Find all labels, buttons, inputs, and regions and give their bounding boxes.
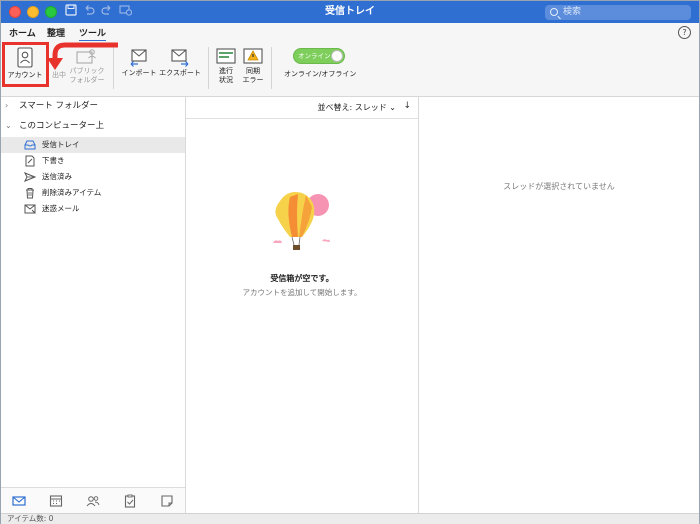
tab-home[interactable]: ホーム [9,26,36,39]
sidebar-item-label: 削除済みアイテム [42,188,102,197]
import-icon [130,49,147,67]
outlook-window: 受信トレイ 検索 ホーム 整理 ツール ? アカウント 出中 パブリック フォル… [0,0,700,524]
export-label: エクスポート [159,69,201,77]
online-offline-label: オンライン/オフライン [284,70,357,78]
public-folder-label-2: フォルダー [69,76,105,84]
sidebar-item-deleted[interactable]: 削除済みアイテム [1,185,185,201]
inbox-icon [24,140,36,150]
message-list: 並べ替え: スレッド ⌄ ↓ 受信箱が空です。 アカウントを追加して開始します。 [186,97,419,513]
item-count: アイテム数: 0 [7,514,54,523]
out-of-office-button[interactable]: 出中 [49,71,69,80]
sync-error-icon [243,48,263,64]
sidebar-item-drafts[interactable]: 下書き [1,153,185,169]
list-header: 並べ替え: スレッド ⌄ ↓ [186,97,418,119]
help-icon[interactable]: ? [678,26,691,39]
sync-error-button[interactable]: 同期 エラー [241,47,265,85]
sidebar-item-label: 受信トレイ [42,140,80,149]
draft-icon [25,155,35,167]
tab-organize[interactable]: 整理 [47,26,65,39]
annotation-highlight-box [2,42,49,87]
progress-button[interactable]: 進行 状況 [214,47,238,85]
ribbon-separator [208,47,209,89]
chevron-down-icon: ⌄ [5,121,12,130]
tasks-icon[interactable] [123,494,137,508]
status-bar: アイテム数: 0 [1,513,699,524]
sync-label-2: エラー [242,76,264,84]
import-label: インポート [121,69,157,77]
folder-sidebar: › スマート フォルダー ⌄ このコンピューター上 受信トレイ 下書き 送信済み… [1,97,186,513]
sidebar-item-inbox[interactable]: 受信トレイ [1,137,185,153]
notes-icon[interactable] [160,494,174,508]
no-thread-selected-text: スレッドが選択されていません [503,182,615,191]
this-computer-group[interactable]: ⌄ このコンピューター上 [1,117,185,135]
progress-icon [216,48,236,64]
mail-icon[interactable] [12,494,26,508]
junk-icon [24,204,36,214]
sort-dropdown[interactable]: 並べ替え: スレッド ⌄ [318,102,397,113]
module-switcher [1,487,185,513]
people-icon[interactable] [86,494,100,508]
sort-direction-icon[interactable]: ↓ [403,101,411,111]
hot-air-balloon-icon [273,192,330,250]
annotation-arrow-icon [47,42,118,70]
sidebar-item-label: 送信済み [42,172,72,181]
sent-icon [24,172,36,182]
out-of-office-label: 出中 [52,71,66,79]
progress-label-1: 進行 [219,67,233,75]
sync-label-1: 同期 [246,67,260,75]
sidebar-item-label: 迷惑メール [42,204,80,213]
sort-label: 並べ替え: スレッド [317,103,387,112]
calendar-icon[interactable] [49,494,63,508]
import-button[interactable]: インポート [119,47,159,78]
empty-inbox-title: 受信箱が空です。 [270,274,334,283]
this-computer-label: このコンピューター上 [19,121,105,131]
search-input[interactable]: 検索 [545,5,691,20]
ribbon-separator [271,47,272,89]
title-bar: 受信トレイ 検索 [1,1,699,23]
search-placeholder: 検索 [563,7,582,17]
reading-pane: スレッドが選択されていません [419,97,699,513]
ribbon-tabs: ホーム 整理 ツール [1,23,699,42]
empty-inbox-subtitle: アカウントを追加して開始します。 [242,288,362,297]
trash-icon [26,188,34,199]
sidebar-item-sent[interactable]: 送信済み [1,169,185,185]
online-toggle[interactable]: オンライン [293,48,345,64]
progress-label-2: 状況 [219,76,233,84]
toggle-knob [331,50,343,62]
sidebar-item-junk[interactable]: 迷惑メール [1,201,185,217]
search-icon [550,8,558,16]
sidebar-item-label: 下書き [42,156,65,165]
tab-tools[interactable]: ツール [79,26,107,42]
chevron-right-icon: › [5,101,9,110]
smart-folders-label: スマート フォルダー [19,101,98,111]
online-toggle-text: オンライン [298,52,331,60]
smart-folders-group[interactable]: › スマート フォルダー [1,97,185,115]
export-icon [171,49,189,67]
export-button[interactable]: エクスポート [159,47,201,78]
